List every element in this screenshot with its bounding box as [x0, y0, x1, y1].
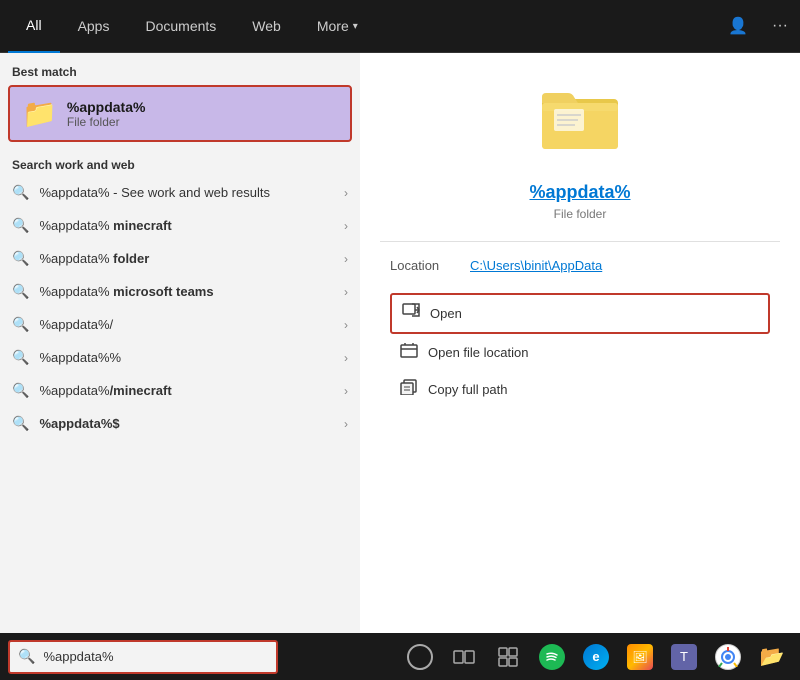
result-text: %appdata% - See work and web results [39, 185, 344, 200]
result-text: %appdata%$ [39, 416, 344, 431]
copy-icon [400, 379, 418, 400]
photos-icon[interactable]: 🖼 [620, 637, 660, 677]
search-icon: 🔍 [12, 250, 29, 267]
windows-search-icon[interactable] [400, 637, 440, 677]
chevron-right-icon: › [344, 186, 348, 200]
result-text: %appdata% minecraft [39, 218, 344, 233]
right-subtitle: File folder [554, 207, 607, 221]
search-icon: 🔍 [12, 349, 29, 366]
search-web-label: Search work and web [0, 146, 360, 176]
location-label: Location [390, 258, 470, 273]
widgets-icon[interactable] [488, 637, 528, 677]
list-item[interactable]: 🔍 %appdata% - See work and web results › [0, 176, 360, 209]
search-box[interactable]: 🔍 [8, 640, 278, 674]
search-icon: 🔍 [12, 382, 29, 399]
search-input[interactable] [43, 649, 268, 664]
list-item[interactable]: 🔍 %appdata% microsoft teams › [0, 275, 360, 308]
best-match-text: %appdata% File folder [67, 99, 146, 129]
right-title[interactable]: %appdata% [529, 182, 630, 203]
tab-apps[interactable]: Apps [60, 0, 128, 53]
left-panel: Best match 📁 %appdata% File folder Searc… [0, 53, 360, 633]
list-item[interactable]: 🔍 %appdata% minecraft › [0, 209, 360, 242]
open-button[interactable]: Open [390, 293, 770, 334]
list-item[interactable]: 🔍 %appdata% folder › [0, 242, 360, 275]
tab-web[interactable]: Web [234, 0, 299, 53]
file-location-icon [400, 342, 418, 363]
chevron-right-icon: › [344, 318, 348, 332]
tab-all[interactable]: All [8, 0, 60, 53]
action-list: Open Open file location [380, 293, 780, 408]
list-item[interactable]: 🔍 %appdata%/minecraft › [0, 374, 360, 407]
edge-icon[interactable]: e [576, 637, 616, 677]
spotify-icon[interactable] [532, 637, 572, 677]
search-icon: 🔍 [12, 415, 29, 432]
right-folder-icon [540, 83, 620, 170]
list-item[interactable]: 🔍 %appdata%% › [0, 341, 360, 374]
chevron-right-icon: › [344, 351, 348, 365]
search-icon: 🔍 [12, 316, 29, 333]
chevron-right-icon: › [344, 384, 348, 398]
search-icon: 🔍 [12, 217, 29, 234]
copy-full-path-button[interactable]: Copy full path [390, 371, 770, 408]
result-text: %appdata% folder [39, 251, 344, 266]
folder-icon: 📁 [22, 97, 57, 130]
chevron-right-icon: › [344, 252, 348, 266]
search-icon: 🔍 [12, 283, 29, 300]
best-match-subtitle: File folder [67, 115, 146, 129]
location-row: Location C:\Users\binit\AppData [380, 258, 780, 273]
taskbar: 🔍 e [0, 633, 800, 680]
search-icon: 🔍 [12, 184, 29, 201]
teams-icon[interactable]: T [664, 637, 704, 677]
person-icon[interactable]: 👤 [724, 12, 752, 40]
best-match-title: %appdata% [67, 99, 146, 115]
open-file-location-button[interactable]: Open file location [390, 334, 770, 371]
nav-right-actions: 👤 ··· [724, 12, 792, 40]
chevron-right-icon: › [344, 417, 348, 431]
chevron-right-icon: › [344, 285, 348, 299]
location-value[interactable]: C:\Users\binit\AppData [470, 258, 602, 273]
divider [380, 241, 780, 242]
top-navigation: All Apps Documents Web More ▾ 👤 ··· [0, 0, 800, 53]
copy-full-path-label: Copy full path [428, 382, 508, 397]
best-match-item[interactable]: 📁 %appdata% File folder [8, 85, 352, 142]
list-item[interactable]: 🔍 %appdata%/ › [0, 308, 360, 341]
best-match-label: Best match [0, 53, 360, 85]
task-view-icon[interactable] [444, 637, 484, 677]
search-icon: 🔍 [18, 648, 35, 665]
chevron-right-icon: › [344, 219, 348, 233]
more-options-icon[interactable]: ··· [768, 13, 792, 39]
tab-documents[interactable]: Documents [127, 0, 234, 53]
list-item[interactable]: 🔍 %appdata%$ › [0, 407, 360, 440]
open-file-location-label: Open file location [428, 345, 528, 360]
open-icon [402, 303, 420, 324]
tab-more[interactable]: More ▾ [299, 0, 376, 53]
chevron-down-icon: ▾ [353, 21, 358, 32]
result-text: %appdata%/minecraft [39, 383, 344, 398]
result-text: %appdata%/ [39, 317, 344, 332]
result-text: %appdata%% [39, 350, 344, 365]
chrome-icon[interactable] [708, 637, 748, 677]
file-explorer-icon[interactable]: 📂 [752, 637, 792, 677]
right-panel: %appdata% File folder Location C:\Users\… [360, 53, 800, 633]
main-content: Best match 📁 %appdata% File folder Searc… [0, 53, 800, 633]
result-text: %appdata% microsoft teams [39, 284, 344, 299]
open-label: Open [430, 306, 462, 321]
